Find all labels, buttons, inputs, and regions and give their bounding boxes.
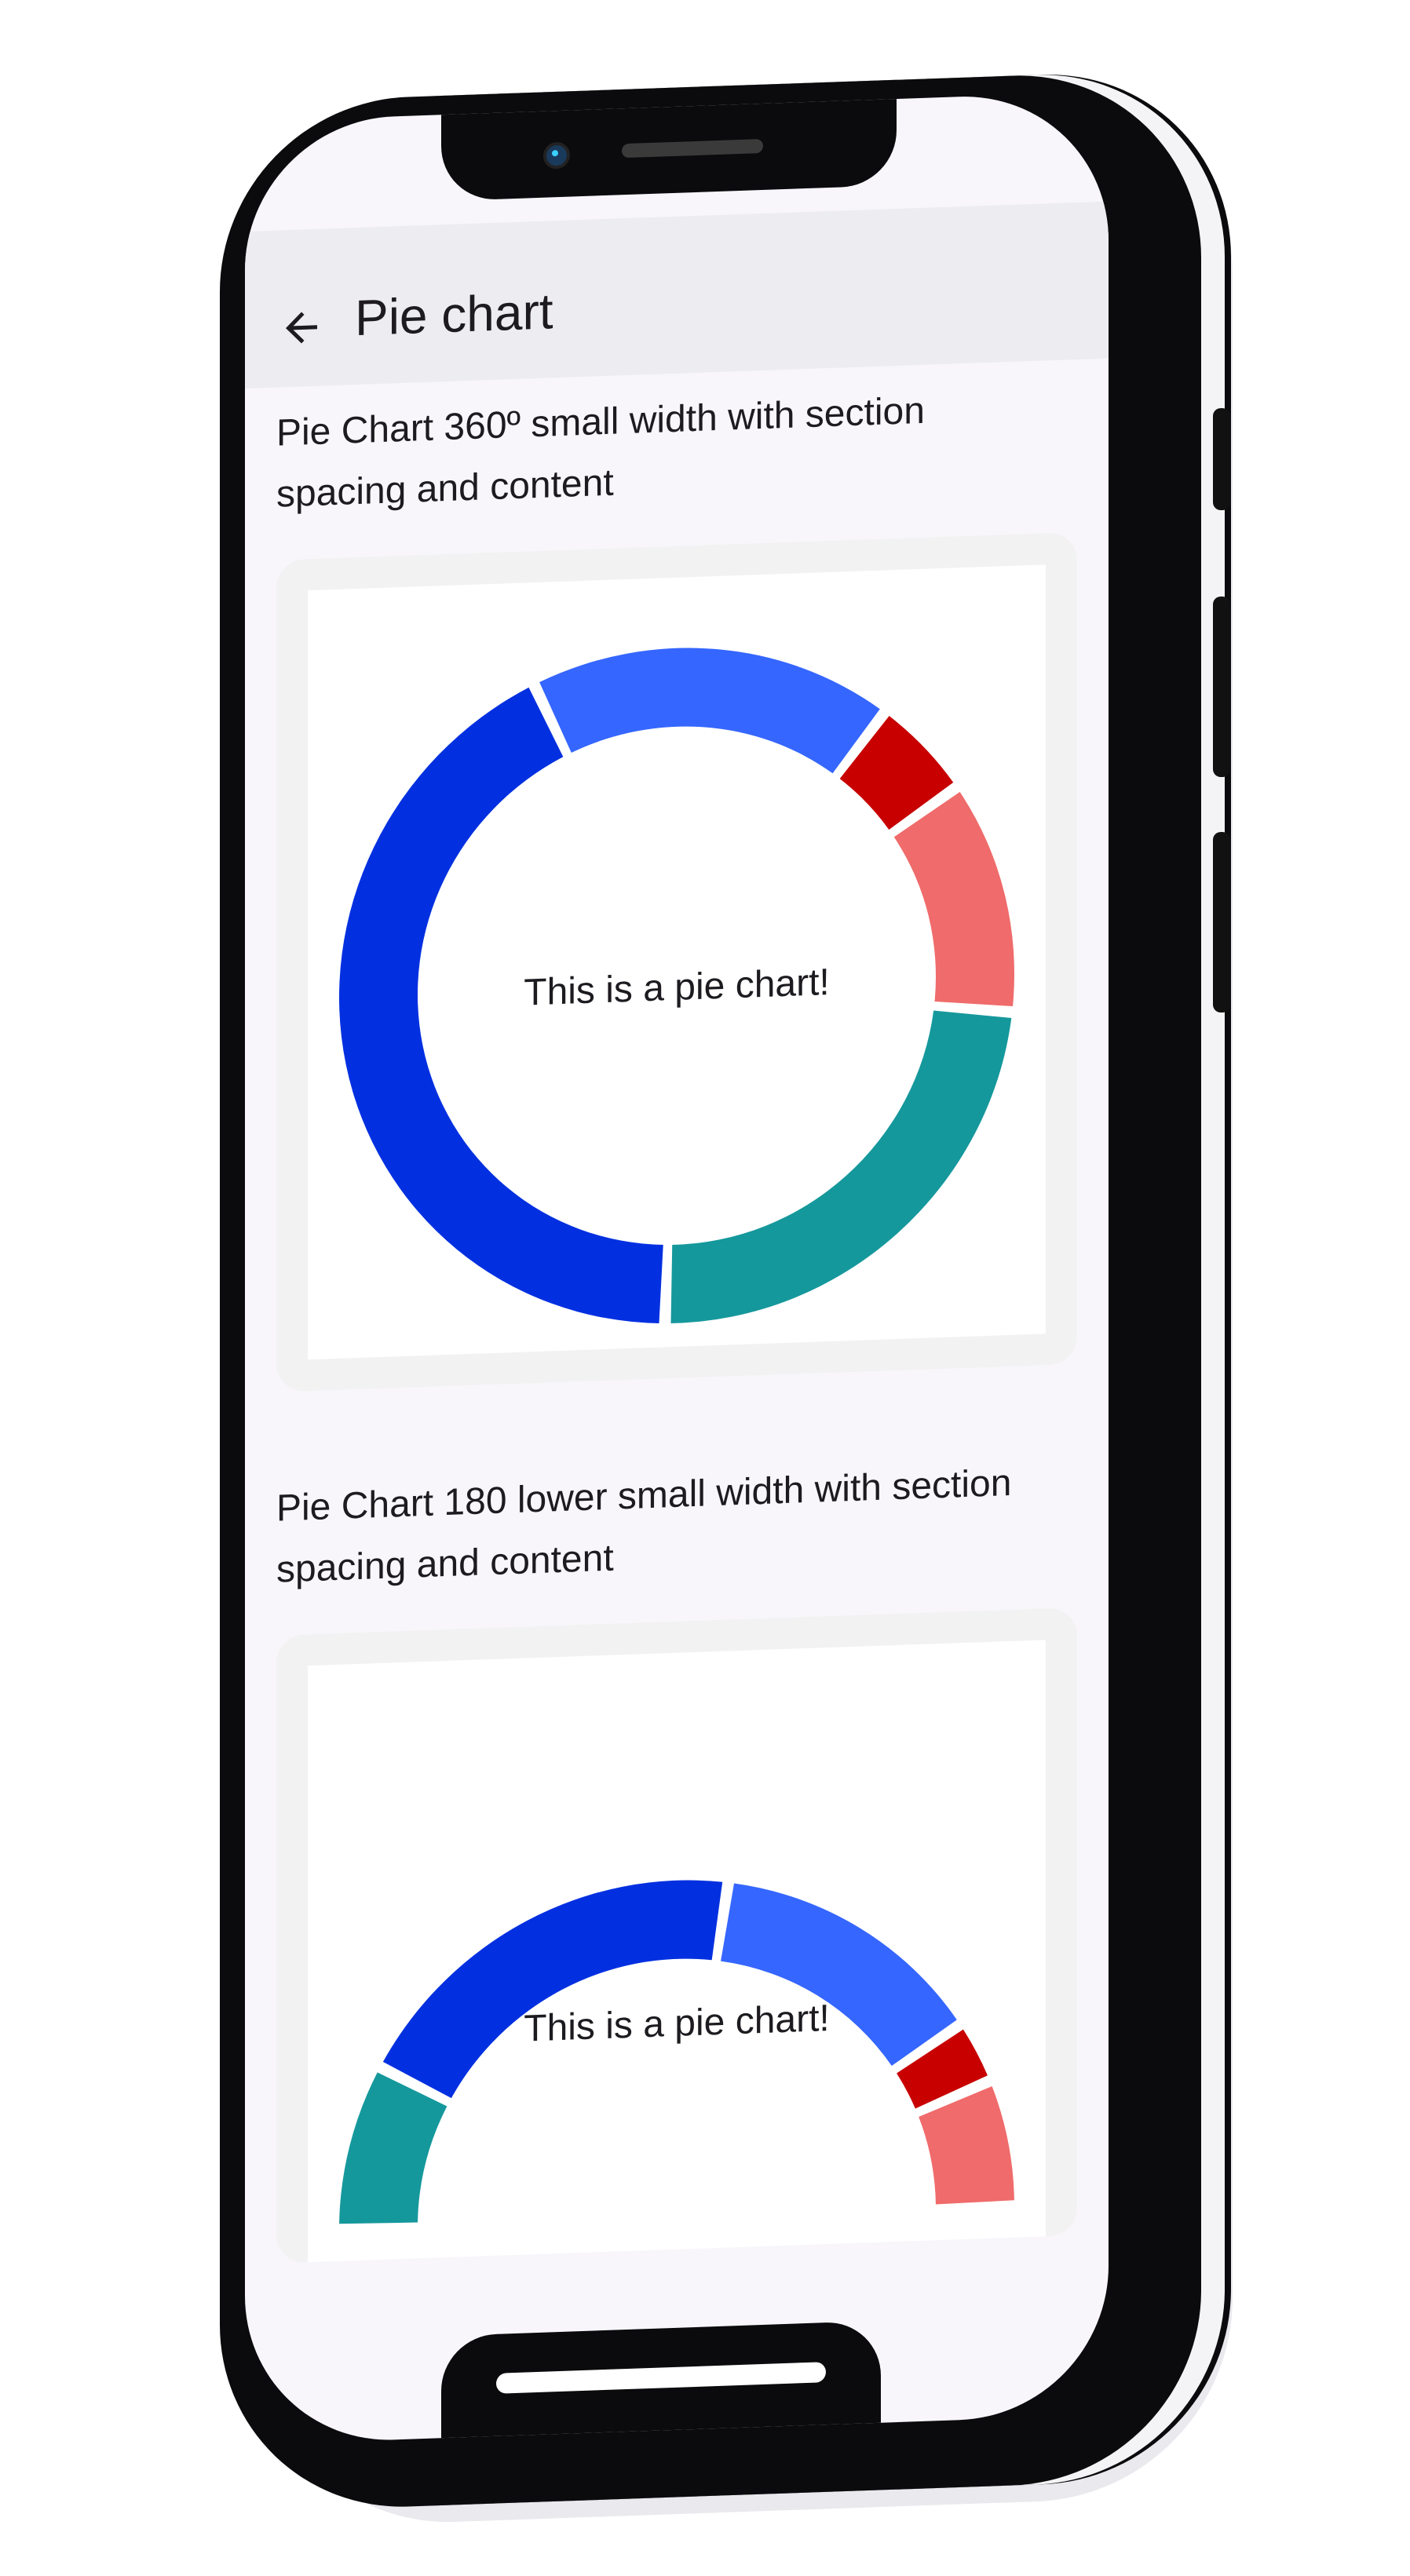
silent-switch <box>1213 408 1230 510</box>
section-title-180: Pie Chart 180 lower small width with sec… <box>276 1461 1012 1591</box>
pie-slice-1 <box>339 2072 447 2224</box>
pie-slice-1 <box>539 648 880 774</box>
section-title-360: Pie Chart 360º small width with section … <box>276 389 925 516</box>
back-arrow-icon[interactable] <box>278 303 325 352</box>
phone-screen: Pie chart Pie Chart 360º small width wit… <box>245 91 1109 2445</box>
pie-chart-360 <box>339 648 1014 1323</box>
app-bar: Pie chart <box>245 201 1109 389</box>
chart-area-360: This is a pie chart! <box>308 564 1046 1360</box>
pie-slice-4 <box>670 1010 1012 1323</box>
chart-card-360: This is a pie chart! <box>276 531 1077 1392</box>
pie-slice-5 <box>919 2086 1014 2205</box>
chart-area-180: This is a pie chart! <box>308 1640 1046 2263</box>
page-title: Pie chart <box>355 283 553 347</box>
front-camera <box>543 141 570 170</box>
earpiece-speaker <box>622 138 763 159</box>
volume-up-button <box>1213 597 1230 777</box>
pie-chart-180 <box>339 1880 1014 2224</box>
home-indicator[interactable] <box>496 2362 826 2394</box>
volume-down-button <box>1213 832 1230 1013</box>
device-frame: Pie chart Pie Chart 360º small width wit… <box>0 0 1410 2576</box>
chart-card-180: This is a pie chart! <box>276 1607 1077 2264</box>
pie-slice-2 <box>382 1880 723 2099</box>
